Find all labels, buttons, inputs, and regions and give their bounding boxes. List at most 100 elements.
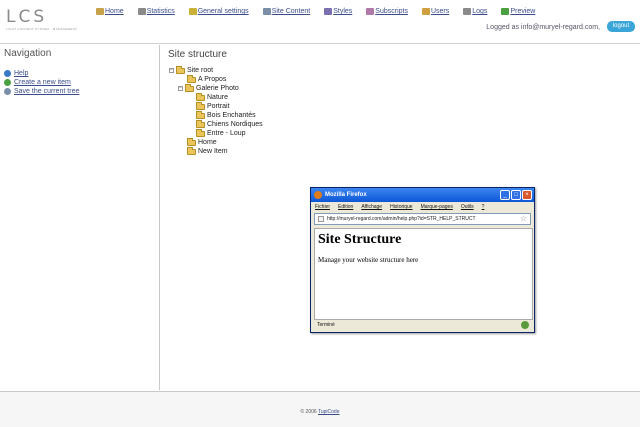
nav-label: Site Content <box>271 8 311 15</box>
nav-label: Logs <box>472 8 488 15</box>
sidebar-link-label: Help <box>14 70 29 77</box>
sidebar-link-save[interactable]: Save the current tree <box>4 87 79 96</box>
menu-item[interactable]: Edition <box>338 204 353 210</box>
menu-item[interactable]: ? <box>482 204 485 210</box>
tree-item[interactable]: A Propos <box>169 74 263 84</box>
page-title: Site structure <box>168 49 227 60</box>
nav-statistics[interactable]: Statistics <box>137 8 175 15</box>
nav-subscripts[interactable]: Subscripts <box>366 8 408 15</box>
tree-item[interactable]: − Galerie Photo <box>169 83 263 93</box>
firefox-help-window[interactable]: Mozilla Firefox _ □ × Fichier Edition Affi… <box>310 187 535 333</box>
nav-preview[interactable]: Preview <box>501 8 535 15</box>
logout-button[interactable]: logout <box>607 21 635 32</box>
add-icon <box>4 79 11 86</box>
tree-item[interactable]: Portrait <box>169 101 263 111</box>
window-title: Mozilla Firefox <box>325 192 367 198</box>
maximize-button[interactable]: □ <box>511 190 521 200</box>
sidebar-link-add[interactable]: Create a new item <box>4 78 79 87</box>
menu-item[interactable]: Affichage <box>361 204 382 210</box>
nav-site-content[interactable]: Site Content <box>262 8 311 15</box>
nav-general-settings[interactable]: General settings <box>188 8 249 15</box>
site-content-icon <box>262 8 271 15</box>
logo-subtitle: LIGHT CONTENT SYSTEM · MANAGEMENT <box>6 27 78 31</box>
help-heading: Site Structure <box>318 232 402 247</box>
sidebar-link-label: Save the current tree <box>14 88 80 95</box>
logo[interactable]: LCS LIGHT CONTENT SYSTEM · MANAGEMENT <box>6 8 77 31</box>
tree-item[interactable]: − Site root <box>169 65 263 75</box>
status-icon <box>521 321 529 329</box>
home-icon <box>96 8 104 15</box>
nav-label: Statistics <box>146 8 175 15</box>
folder-icon <box>187 146 196 155</box>
nav-label: Preview <box>510 8 536 15</box>
collapse-toggle-icon[interactable]: − <box>178 86 183 91</box>
tree-item-label[interactable]: Entre - Loup <box>207 130 246 137</box>
users-icon <box>421 8 430 15</box>
nav-label: Styles <box>333 8 353 15</box>
menu-item[interactable]: Outils <box>461 204 474 210</box>
tree-item-label[interactable]: Portrait <box>207 103 230 110</box>
logged-as-text: Logged as info@muryel-regard.com, <box>486 24 600 31</box>
sidebar-link-help[interactable]: Help <box>4 69 79 78</box>
styles-icon <box>324 8 333 15</box>
help-text: Manage your website structure here <box>318 256 419 264</box>
tree-item-label[interactable]: Galerie Photo <box>196 85 239 92</box>
top-navigation: Home Statistics General settings Site Conte… <box>96 8 549 15</box>
sidebar: Navigation Help Create a new item Save the… <box>0 45 160 390</box>
bookmark-star-icon[interactable]: ☆ <box>520 214 527 224</box>
copyright: © 2006 TupiCode <box>0 409 640 415</box>
tree-item-label[interactable]: Bois Enchantés <box>207 112 256 119</box>
nav-label: Home <box>105 8 124 15</box>
minimize-button[interactable]: _ <box>500 190 510 200</box>
tree-item[interactable]: Home <box>169 137 263 147</box>
tree-item[interactable]: Nature <box>169 92 263 102</box>
tree-item-label[interactable]: New Item <box>198 148 228 155</box>
sidebar-link-label: Create a new item <box>14 79 71 86</box>
page-icon <box>318 216 324 222</box>
url-bar[interactable]: http://muryel-regard.com/admin/help.php?… <box>314 213 531 225</box>
menu-item[interactable]: Marque-pages <box>421 204 453 210</box>
sidebar-links: Help Create a new item Save the current tr… <box>4 69 79 96</box>
folder-icon <box>196 92 205 101</box>
nav-styles[interactable]: Styles <box>324 8 352 15</box>
nav-label: Users <box>430 8 450 15</box>
company-link[interactable]: TupiCode <box>318 409 340 415</box>
browser-content: Site Structure Manage your website struc… <box>314 228 533 320</box>
status-bar: Terminé <box>314 320 533 330</box>
statistics-icon <box>137 8 146 15</box>
browser-menubar: Fichier Edition Affichage Historique Marque-… <box>311 202 534 212</box>
firefox-icon <box>314 191 322 199</box>
header: LCS LIGHT CONTENT SYSTEM · MANAGEMENT Ho… <box>0 0 640 44</box>
folder-icon <box>196 110 205 119</box>
nav-users[interactable]: Users <box>421 8 450 15</box>
folder-icon <box>196 119 205 128</box>
collapse-toggle-icon[interactable]: − <box>169 68 174 73</box>
tree-item-label[interactable]: Chiens Nordiques <box>207 121 263 128</box>
status-text: Terminé <box>317 322 335 328</box>
menu-item[interactable]: Fichier <box>315 204 330 210</box>
folder-icon <box>176 65 185 74</box>
close-button[interactable]: × <box>522 190 532 200</box>
tree-item-label[interactable]: Nature <box>207 94 228 101</box>
tree-item-label[interactable]: Site root <box>187 67 213 74</box>
folder-icon <box>187 74 196 83</box>
logs-icon <box>463 8 472 15</box>
folder-icon <box>187 137 196 146</box>
nav-label: General settings <box>197 8 249 15</box>
nav-logs[interactable]: Logs <box>463 8 487 15</box>
tree-item[interactable]: New Item <box>169 146 263 156</box>
tree-item-label[interactable]: Home <box>198 139 217 146</box>
tree-item-label[interactable]: A Propos <box>198 76 226 83</box>
tree-item[interactable]: Bois Enchantés <box>169 110 263 120</box>
tree-item[interactable]: Entre - Loup <box>169 128 263 138</box>
folder-icon <box>185 83 194 92</box>
url-text: http://muryel-regard.com/admin/help.php?… <box>327 216 476 222</box>
subscripts-icon <box>366 8 375 15</box>
menu-item[interactable]: Historique <box>390 204 413 210</box>
logo-text: LCS <box>6 7 48 27</box>
nav-label: Subscripts <box>375 8 408 15</box>
window-controls: _ □ × <box>499 190 532 200</box>
tree-item[interactable]: Chiens Nordiques <box>169 119 263 129</box>
nav-home[interactable]: Home <box>96 8 124 15</box>
help-icon <box>4 70 11 77</box>
